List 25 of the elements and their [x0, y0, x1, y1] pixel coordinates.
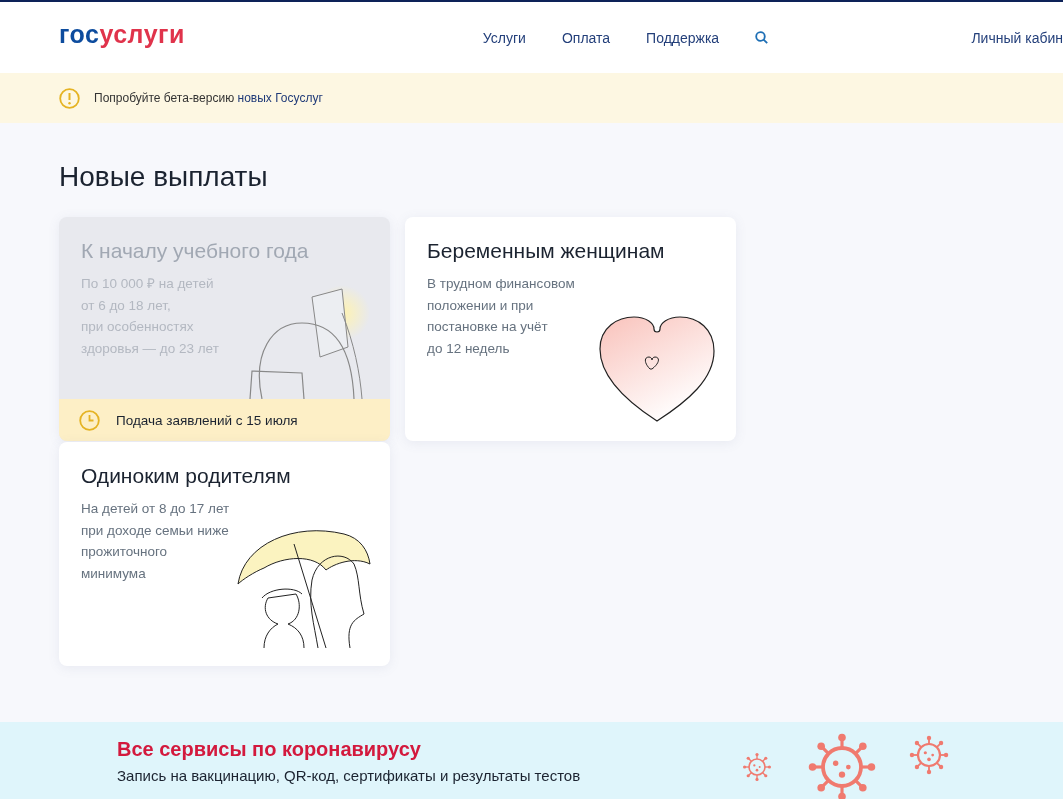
card-description: На детей от 8 до 17 лет при доходе семьи ниже прожиточного минимума: [81, 500, 231, 583]
card-title: Беременным женщинам: [427, 239, 666, 263]
nav-link[interactable]: Оплата: [561, 29, 611, 46]
beta-message: Попробуйте бета-версию новых Госуслуг: [94, 91, 323, 105]
gosuslugi-logo[interactable]: госуслуги: [59, 20, 185, 49]
covid-banner[interactable]: Все сервисы по коронавирусу Запись на вакцинацию, QR-код, сертификаты и результаты тестов: [0, 722, 1063, 799]
beta-link[interactable]: новых Госуслуг: [237, 91, 323, 105]
covid-title: Все сервисы по коронавирусу: [117, 737, 422, 761]
large-virus-icon: [808, 733, 876, 799]
payment-card[interactable]: Одиноким родителям На детей от 8 до 17 лет при доходе семьи ниже прожиточного минимума: [59, 442, 390, 666]
payment-card[interactable]: Беременным женщинам В трудном финансовом положении и при постановке на учёт до 12 недель: [405, 217, 736, 441]
nav-link[interactable]: Поддержка: [646, 29, 720, 46]
nav-link[interactable]: Услуги: [482, 29, 526, 46]
card-description: В трудном финансовом положении и при постановке на учёт до 12 недель: [427, 275, 576, 358]
profile-link[interactable]: Личный кабин: [971, 29, 1063, 46]
search-icon[interactable]: [755, 31, 769, 44]
warning-icon: [59, 87, 80, 109]
section-title: Новые выплаты: [59, 161, 269, 193]
covid-subtitle: Запись на вакцинацию, QR-код, сертификаты и результаты тестов: [117, 766, 581, 784]
small-virus-icon: [743, 753, 771, 781]
card-title: Одиноким родителям: [81, 464, 292, 488]
clock-icon: [79, 409, 100, 431]
medium-virus-icon: [909, 735, 949, 775]
deadline-text: Подача заявлений с 15 июля: [116, 412, 298, 428]
card-title: К началу учебного года: [81, 239, 310, 263]
